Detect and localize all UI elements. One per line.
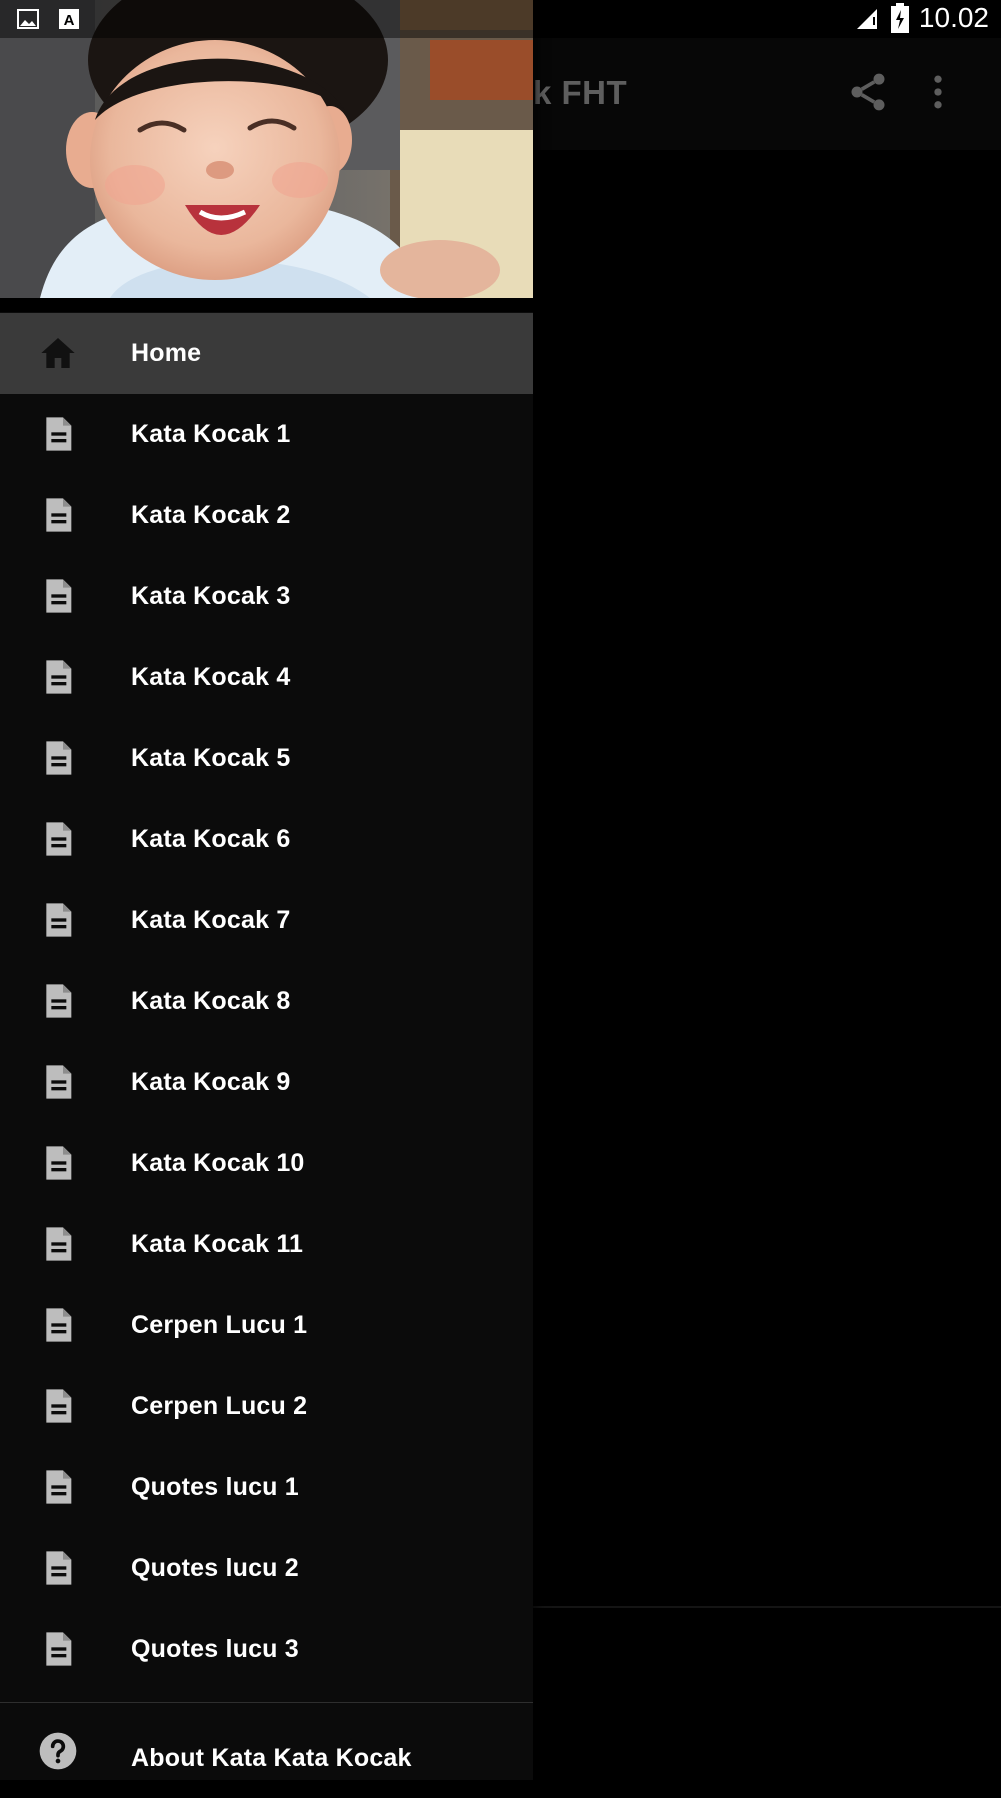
drawer-item[interactable]: Kata Kocak 2 bbox=[0, 475, 533, 556]
battery-charging-icon bbox=[891, 3, 909, 33]
drawer-item-label: Home bbox=[131, 339, 202, 367]
document-icon bbox=[46, 1227, 72, 1261]
document-icon bbox=[46, 1308, 72, 1342]
drawer-item-label: Kata Kocak 8 bbox=[131, 987, 291, 1015]
drawer-item[interactable]: Kata Kocak 11 bbox=[0, 1204, 533, 1285]
drawer-item[interactable]: Kata Kocak 7 bbox=[0, 880, 533, 961]
drawer-item-label: Kata Kocak 1 bbox=[131, 420, 291, 448]
document-icon bbox=[46, 1551, 72, 1585]
drawer-item-label: Kata Kocak 6 bbox=[131, 825, 291, 853]
drawer-item[interactable]: Kata Kocak 1 bbox=[0, 394, 533, 475]
drawer-item-label: Kata Kocak 11 bbox=[131, 1230, 304, 1258]
drawer-header-divider bbox=[0, 298, 533, 312]
document-icon bbox=[46, 1470, 72, 1504]
drawer-item[interactable]: Home bbox=[0, 313, 533, 394]
document-icon bbox=[46, 417, 72, 451]
drawer-item[interactable]: Kata Kocak 5 bbox=[0, 718, 533, 799]
home-icon bbox=[41, 338, 75, 368]
drawer-item-label: Kata Kocak 2 bbox=[131, 501, 291, 529]
status-bar: A 10.02 bbox=[0, 0, 1001, 38]
document-icon bbox=[46, 1065, 72, 1099]
drawer-item-about[interactable]: About Kata Kata Kocak bbox=[0, 1717, 533, 1798]
drawer-item[interactable]: Kata Kocak 8 bbox=[0, 961, 533, 1042]
navigation-drawer: Home Kata Kocak 1 Kata Kocak 2 Kata Kocak 3… bbox=[0, 0, 533, 1780]
drawer-item[interactable]: Cerpen Lucu 1 bbox=[0, 1285, 533, 1366]
drawer-header-image bbox=[0, 0, 533, 298]
drawer-item[interactable]: Kata Kocak 10 bbox=[0, 1123, 533, 1204]
document-icon bbox=[46, 984, 72, 1018]
gallery-icon bbox=[17, 9, 39, 29]
document-icon bbox=[46, 1632, 72, 1666]
document-icon bbox=[46, 822, 72, 856]
drawer-item-label: Quotes lucu 2 bbox=[131, 1554, 299, 1582]
drawer-item-label: Kata Kocak 3 bbox=[131, 582, 291, 610]
document-icon bbox=[46, 1389, 72, 1423]
drawer-item-label: Kata Kocak 9 bbox=[131, 1068, 291, 1096]
more-vert-icon[interactable] bbox=[916, 70, 960, 114]
app-title: k FHT bbox=[533, 74, 628, 111]
document-icon bbox=[46, 1146, 72, 1180]
document-icon bbox=[46, 903, 72, 937]
drawer-item-label: Quotes lucu 3 bbox=[131, 1635, 299, 1663]
drawer-menu-list: Home Kata Kocak 1 Kata Kocak 2 Kata Kocak 3… bbox=[0, 313, 533, 1690]
svg-text:A: A bbox=[64, 12, 75, 29]
share-icon[interactable] bbox=[846, 70, 890, 114]
drawer-item-label: Kata Kocak 10 bbox=[131, 1149, 305, 1177]
laughing-baby-photo bbox=[0, 0, 533, 298]
drawer-item-label: Cerpen Lucu 2 bbox=[131, 1392, 308, 1420]
keyboard-a-icon: A bbox=[59, 9, 79, 29]
signal-icon bbox=[857, 9, 877, 29]
drawer-item[interactable]: Quotes lucu 1 bbox=[0, 1447, 533, 1528]
drawer-item[interactable]: Kata Kocak 9 bbox=[0, 1042, 533, 1123]
drawer-divider bbox=[0, 1702, 533, 1703]
drawer-item[interactable]: Quotes lucu 2 bbox=[0, 1528, 533, 1609]
drawer-item-label: Quotes lucu 1 bbox=[131, 1473, 299, 1501]
help-circle-icon bbox=[39, 1732, 77, 1770]
drawer-item[interactable]: Cerpen Lucu 2 bbox=[0, 1366, 533, 1447]
document-icon bbox=[46, 498, 72, 532]
content-divider bbox=[533, 1606, 1001, 1608]
drawer-item[interactable]: Kata Kocak 4 bbox=[0, 637, 533, 718]
document-icon bbox=[46, 660, 72, 694]
drawer-item-label: About Kata Kata Kocak bbox=[131, 1744, 412, 1772]
drawer-item[interactable]: Quotes lucu 3 bbox=[0, 1609, 533, 1690]
drawer-item-label: Kata Kocak 4 bbox=[131, 663, 291, 691]
drawer-item-label: Cerpen Lucu 1 bbox=[131, 1311, 308, 1339]
drawer-item-label: Kata Kocak 7 bbox=[131, 906, 291, 934]
status-time: 10.02 bbox=[918, 2, 989, 33]
drawer-item-label: Kata Kocak 5 bbox=[131, 744, 291, 772]
document-icon bbox=[46, 579, 72, 613]
drawer-item[interactable]: Kata Kocak 3 bbox=[0, 556, 533, 637]
document-icon bbox=[46, 741, 72, 775]
drawer-item[interactable]: Kata Kocak 6 bbox=[0, 799, 533, 880]
